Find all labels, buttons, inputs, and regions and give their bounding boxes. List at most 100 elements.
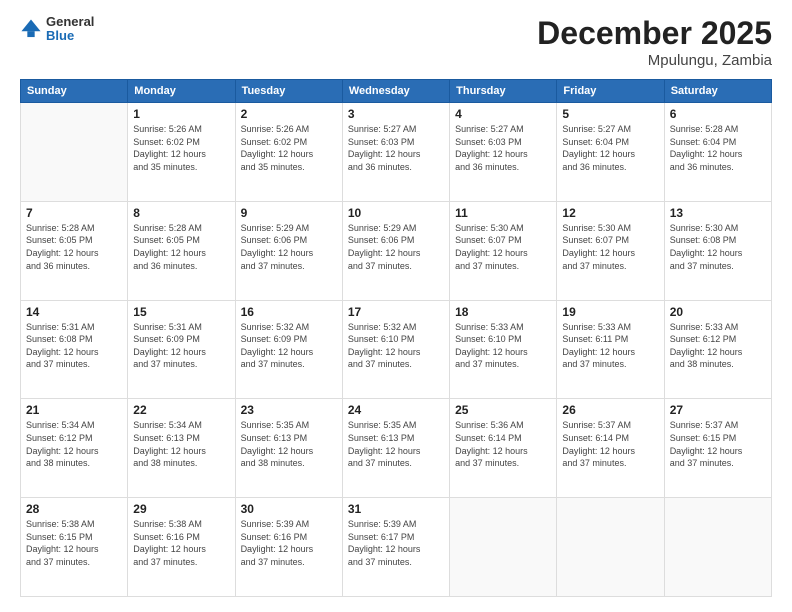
cell-day-info: Sunrise: 5:36 AM Sunset: 6:14 PM Dayligh… [455,419,551,469]
header-sunday: Sunday [21,80,128,103]
cell-day-number: 6 [670,107,766,121]
cell-day-info: Sunrise: 5:27 AM Sunset: 6:04 PM Dayligh… [562,123,658,173]
header-tuesday: Tuesday [235,80,342,103]
cell-day-number: 1 [133,107,229,121]
header-saturday: Saturday [664,80,771,103]
cell-day-info: Sunrise: 5:30 AM Sunset: 6:08 PM Dayligh… [670,222,766,272]
cell-day-info: Sunrise: 5:28 AM Sunset: 6:04 PM Dayligh… [670,123,766,173]
cell-day-info: Sunrise: 5:31 AM Sunset: 6:09 PM Dayligh… [133,321,229,371]
header-friday: Friday [557,80,664,103]
cell-day-number: 23 [241,403,337,417]
table-row: 2 Sunrise: 5:26 AM Sunset: 6:02 PM Daylig… [235,103,342,202]
table-row: 15 Sunrise: 5:31 AM Sunset: 6:09 PM Dayli… [128,300,235,399]
calendar-week-row: 1 Sunrise: 5:26 AM Sunset: 6:02 PM Daylig… [21,103,772,202]
cell-day-info: Sunrise: 5:37 AM Sunset: 6:14 PM Dayligh… [562,419,658,469]
header-monday: Monday [128,80,235,103]
table-row: 26Sunrise: 5:37 AM Sunset: 6:14 PM Dayli… [557,399,664,498]
cell-day-number: 2 [241,107,337,121]
cell-day-number: 21 [26,403,122,417]
cell-day-info: Sunrise: 5:35 AM Sunset: 6:13 PM Dayligh… [348,419,444,469]
cell-day-number: 16 [241,305,337,319]
cell-day-info: Sunrise: 5:33 AM Sunset: 6:12 PM Dayligh… [670,321,766,371]
cell-day-number: 12 [562,206,658,220]
title-month: December 2025 [537,15,772,52]
table-row: 17 Sunrise: 5:32 AM Sunset: 6:10 PM Dayli… [342,300,449,399]
cell-day-info: Sunrise: 5:27 AM Sunset: 6:03 PM Dayligh… [455,123,551,173]
cell-day-number: 19 [562,305,658,319]
cell-day-number: 5 [562,107,658,121]
header: General Blue December 2025 Mpulungu, Zam… [20,15,772,69]
cell-day-number: 9 [241,206,337,220]
table-row: 27Sunrise: 5:37 AM Sunset: 6:15 PM Dayli… [664,399,771,498]
cell-day-info: Sunrise: 5:32 AM Sunset: 6:09 PM Dayligh… [241,321,337,371]
cell-day-number: 30 [241,502,337,516]
cell-day-number: 31 [348,502,444,516]
calendar-week-row: 21 Sunrise: 5:34 AM Sunset: 6:12 PM Dayli… [21,399,772,498]
cell-day-number: 15 [133,305,229,319]
table-row [557,498,664,597]
table-row: 31 Sunrise: 5:39 AM Sunset: 6:17 PM Dayli… [342,498,449,597]
table-row [664,498,771,597]
cell-day-number: 8 [133,206,229,220]
cell-day-info: Sunrise: 5:28 AM Sunset: 6:05 PM Dayligh… [26,222,122,272]
table-row: 8Sunrise: 5:28 AM Sunset: 6:05 PM Daylig… [128,201,235,300]
cell-day-info: Sunrise: 5:39 AM Sunset: 6:17 PM Dayligh… [348,518,444,568]
cell-day-number: 22 [133,403,229,417]
table-row: 3Sunrise: 5:27 AM Sunset: 6:03 PM Daylig… [342,103,449,202]
calendar-week-row: 14 Sunrise: 5:31 AM Sunset: 6:08 PM Dayli… [21,300,772,399]
calendar-header-row: Sunday Monday Tuesday Wednesday Thursday… [21,80,772,103]
title-location: Mpulungu, Zambia [537,52,772,69]
cell-day-info: Sunrise: 5:29 AM Sunset: 6:06 PM Dayligh… [241,222,337,272]
cell-day-info: Sunrise: 5:29 AM Sunset: 6:06 PM Dayligh… [348,222,444,272]
table-row: 11Sunrise: 5:30 AM Sunset: 6:07 PM Dayli… [450,201,557,300]
table-row: 9 Sunrise: 5:29 AM Sunset: 6:06 PM Daylig… [235,201,342,300]
table-row: 10 Sunrise: 5:29 AM Sunset: 6:06 PM Dayli… [342,201,449,300]
header-thursday: Thursday [450,80,557,103]
table-row: 16 Sunrise: 5:32 AM Sunset: 6:09 PM Dayli… [235,300,342,399]
table-row [21,103,128,202]
table-row: 14 Sunrise: 5:31 AM Sunset: 6:08 PM Dayli… [21,300,128,399]
cell-day-number: 7 [26,206,122,220]
cell-day-number: 3 [348,107,444,121]
cell-day-info: Sunrise: 5:33 AM Sunset: 6:11 PM Dayligh… [562,321,658,371]
cell-day-number: 20 [670,305,766,319]
cell-day-number: 10 [348,206,444,220]
table-row: 12 Sunrise: 5:30 AM Sunset: 6:07 PM Dayli… [557,201,664,300]
cell-day-number: 14 [26,305,122,319]
cell-day-info: Sunrise: 5:34 AM Sunset: 6:13 PM Dayligh… [133,419,229,469]
logo-blue-text: Blue [46,29,94,43]
header-wednesday: Wednesday [342,80,449,103]
table-row: 7 Sunrise: 5:28 AM Sunset: 6:05 PM Daylig… [21,201,128,300]
cell-day-number: 25 [455,403,551,417]
table-row: 29Sunrise: 5:38 AM Sunset: 6:16 PM Dayli… [128,498,235,597]
cell-day-info: Sunrise: 5:26 AM Sunset: 6:02 PM Dayligh… [241,123,337,173]
cell-day-info: Sunrise: 5:35 AM Sunset: 6:13 PM Dayligh… [241,419,337,469]
table-row: 25 Sunrise: 5:36 AM Sunset: 6:14 PM Dayli… [450,399,557,498]
table-row: 6 Sunrise: 5:28 AM Sunset: 6:04 PM Daylig… [664,103,771,202]
table-row: 22 Sunrise: 5:34 AM Sunset: 6:13 PM Dayli… [128,399,235,498]
table-row: 20 Sunrise: 5:33 AM Sunset: 6:12 PM Dayli… [664,300,771,399]
calendar-table: Sunday Monday Tuesday Wednesday Thursday… [20,79,772,597]
calendar-week-row: 7 Sunrise: 5:28 AM Sunset: 6:05 PM Daylig… [21,201,772,300]
cell-day-number: 4 [455,107,551,121]
logo: General Blue [20,15,94,44]
table-row: 30 Sunrise: 5:39 AM Sunset: 6:16 PM Dayli… [235,498,342,597]
cell-day-info: Sunrise: 5:30 AM Sunset: 6:07 PM Dayligh… [455,222,551,272]
calendar-week-row: 28Sunrise: 5:38 AM Sunset: 6:15 PM Dayli… [21,498,772,597]
cell-day-number: 27 [670,403,766,417]
logo-general-text: General [46,15,94,29]
cell-day-info: Sunrise: 5:30 AM Sunset: 6:07 PM Dayligh… [562,222,658,272]
table-row: 21 Sunrise: 5:34 AM Sunset: 6:12 PM Dayli… [21,399,128,498]
cell-day-info: Sunrise: 5:31 AM Sunset: 6:08 PM Dayligh… [26,321,122,371]
cell-day-info: Sunrise: 5:32 AM Sunset: 6:10 PM Dayligh… [348,321,444,371]
table-row: 24Sunrise: 5:35 AM Sunset: 6:13 PM Dayli… [342,399,449,498]
table-row [450,498,557,597]
table-row: 19 Sunrise: 5:33 AM Sunset: 6:11 PM Dayli… [557,300,664,399]
cell-day-info: Sunrise: 5:34 AM Sunset: 6:12 PM Dayligh… [26,419,122,469]
cell-day-info: Sunrise: 5:38 AM Sunset: 6:15 PM Dayligh… [26,518,122,568]
table-row: 23 Sunrise: 5:35 AM Sunset: 6:13 PM Dayli… [235,399,342,498]
cell-day-number: 17 [348,305,444,319]
cell-day-info: Sunrise: 5:39 AM Sunset: 6:16 PM Dayligh… [241,518,337,568]
table-row: 13 Sunrise: 5:30 AM Sunset: 6:08 PM Dayli… [664,201,771,300]
cell-day-number: 13 [670,206,766,220]
